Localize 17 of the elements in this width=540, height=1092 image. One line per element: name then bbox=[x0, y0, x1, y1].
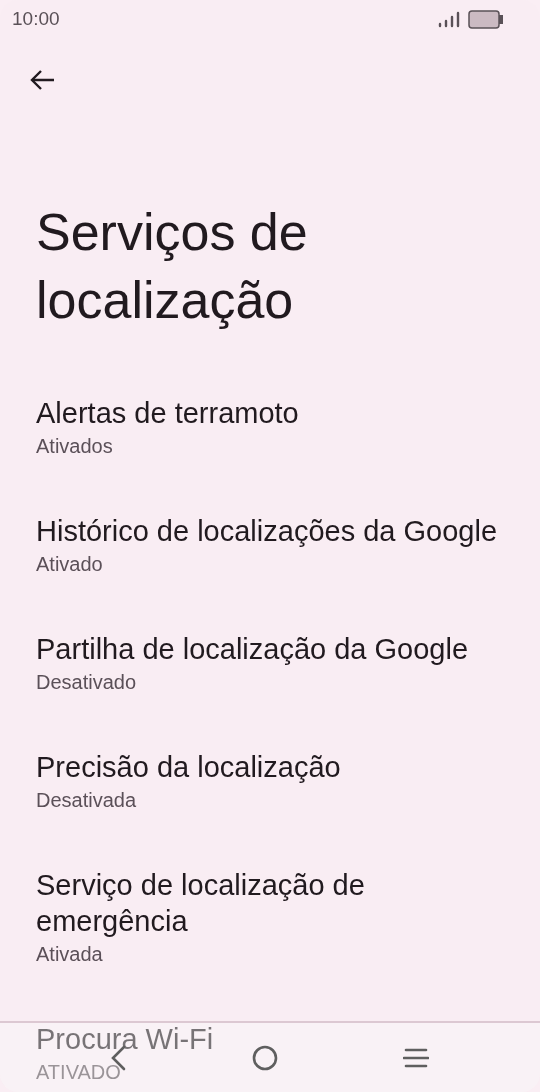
setting-summary: ATIVADO bbox=[36, 1060, 121, 1085]
setting-title[interactable]: Procura Wi-Fi bbox=[36, 1021, 214, 1057]
setting-title[interactable]: Alertas de terramoto bbox=[36, 395, 299, 431]
setting-summary: Ativada bbox=[36, 942, 103, 967]
signal-icon bbox=[438, 10, 460, 28]
battery-icon bbox=[468, 9, 504, 29]
setting-summary: Ativado bbox=[36, 552, 103, 577]
page-title: Serviços de localização bbox=[36, 202, 309, 331]
setting-title[interactable]: Histórico de localizações da Google bbox=[36, 513, 498, 549]
status-time: 10:00 bbox=[12, 6, 60, 31]
setting-title[interactable]: Precisão da localização bbox=[36, 749, 341, 785]
home-button[interactable] bbox=[252, 1044, 278, 1071]
setting-summary: Ativados bbox=[36, 434, 113, 459]
setting-title[interactable]: Serviço de localização de emergência bbox=[36, 867, 516, 939]
setting-summary: Desativada bbox=[36, 788, 137, 813]
setting-title[interactable]: Partilha de localização da Google bbox=[36, 631, 469, 667]
setting-summary: Desativado bbox=[36, 670, 137, 695]
